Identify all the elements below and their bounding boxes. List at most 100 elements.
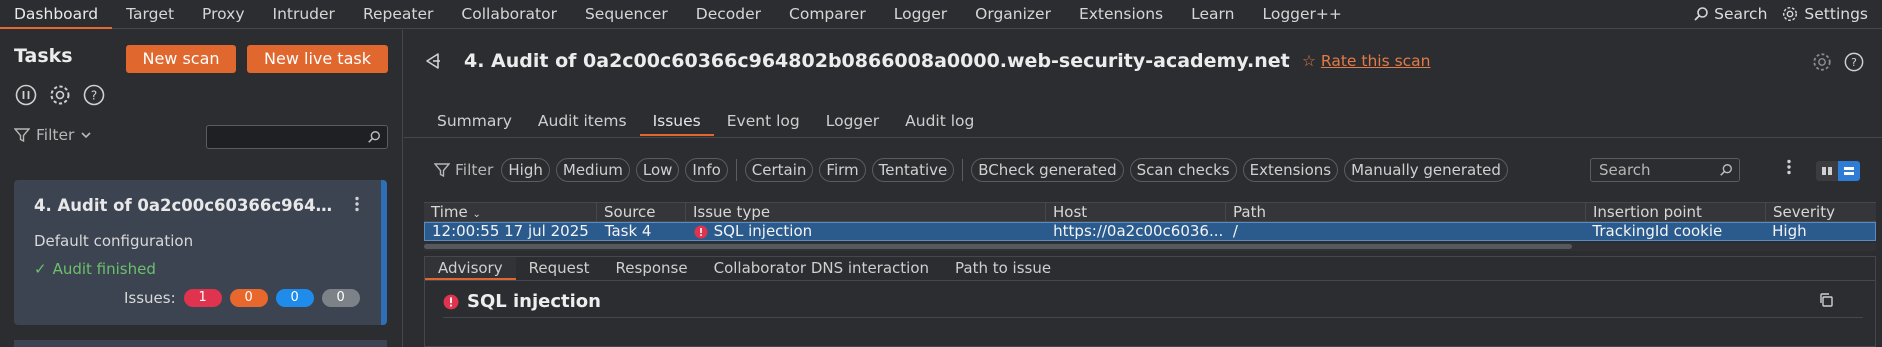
scrollbar-thumb[interactable] <box>424 244 1572 249</box>
horizontal-scrollbar[interactable] <box>424 243 1876 251</box>
tab-summary[interactable]: Summary <box>424 108 525 136</box>
filter-chip-high[interactable]: High <box>501 158 550 182</box>
settings-button[interactable]: Settings <box>1781 5 1868 23</box>
cell-time: 12:00:55 17 jul 2025 <box>432 223 589 240</box>
tasks-title: Tasks <box>14 45 73 67</box>
page-title: 4. Audit of 0a2c00c60366c964802b0866008a… <box>464 50 1290 72</box>
cell-issue-type: SQL injection <box>687 223 1047 240</box>
star-icon: ☆ <box>1302 52 1316 70</box>
new-live-task-button[interactable]: New live task <box>247 45 388 73</box>
issues-label: Issues: <box>124 289 176 307</box>
task-search-field[interactable] <box>207 126 357 148</box>
menu-decoder[interactable]: Decoder <box>682 0 775 29</box>
filter-chip-bcheck-generated[interactable]: BCheck generated <box>971 158 1124 182</box>
menu-logger-plus-plus[interactable]: Logger++ <box>1248 0 1355 29</box>
filter-chip-firm[interactable]: Firm <box>819 158 866 182</box>
column-path[interactable]: Path <box>1226 203 1586 221</box>
svg-text:?: ? <box>91 89 97 103</box>
column-time[interactable]: Time ⌄ <box>424 203 597 221</box>
tab-event-log[interactable]: Event log <box>714 108 813 136</box>
global-search-button[interactable]: Search <box>1693 5 1767 23</box>
copy-icon[interactable] <box>1818 292 1834 312</box>
help-icon[interactable]: ? <box>1844 52 1864 76</box>
tab-path-to-issue[interactable]: Path to issue <box>942 257 1064 280</box>
filter-chip-manually-generated[interactable]: Manually generated <box>1344 158 1508 182</box>
menu-target[interactable]: Target <box>112 0 188 29</box>
menu-proxy[interactable]: Proxy <box>188 0 258 29</box>
scan-detail-panel: 4. Audit of 0a2c00c60366c964802b0866008a… <box>404 30 1882 347</box>
next-task-card[interactable] <box>14 340 387 347</box>
menu-sequencer[interactable]: Sequencer <box>571 0 682 29</box>
issue-search-input[interactable] <box>1590 158 1740 182</box>
task-title: 4. Audit of 0a2c00c60366c96480... <box>34 196 334 215</box>
new-scan-button[interactable]: New scan <box>126 45 236 73</box>
split-vertical-icon[interactable] <box>1816 161 1838 181</box>
issue-detail-tabs: Advisory Request Response Collaborator D… <box>424 256 1876 280</box>
tab-advisory[interactable]: Advisory <box>425 257 516 280</box>
filter-chip-tentative[interactable]: Tentative <box>871 158 955 182</box>
search-icon <box>368 131 380 143</box>
tab-audit-items[interactable]: Audit items <box>525 108 640 136</box>
filter-chip-info[interactable]: Info <box>685 158 728 182</box>
back-arrow-icon[interactable] <box>424 52 442 74</box>
top-menu-bar: Dashboard Target Proxy Intruder Repeater… <box>0 0 1882 29</box>
column-source[interactable]: Source <box>597 203 686 221</box>
chip-separator <box>735 159 737 181</box>
split-horizontal-icon[interactable] <box>1838 161 1860 181</box>
high-severity-icon <box>694 225 708 238</box>
task-filter-label: Filter <box>36 126 75 144</box>
tasks-panel: Tasks New scan New live task ? Filter 4.… <box>0 30 403 347</box>
task-filter[interactable]: Filter <box>14 126 92 144</box>
column-host[interactable]: Host <box>1046 203 1226 221</box>
low-count-badge: 0 <box>275 289 314 307</box>
kebab-menu-icon[interactable] <box>354 196 360 216</box>
filter-chip-certain[interactable]: Certain <box>744 158 814 182</box>
svg-text:?: ? <box>1851 56 1857 69</box>
gear-icon[interactable] <box>48 83 72 107</box>
table-row[interactable]: 12:00:55 17 jul 2025 Task 4 SQL injectio… <box>424 222 1876 241</box>
rate-scan-link[interactable]: ☆ Rate this scan <box>1302 52 1431 70</box>
menu-dashboard[interactable]: Dashboard <box>0 0 113 29</box>
menu-comparer[interactable]: Comparer <box>775 0 880 29</box>
main-menu: Dashboard Target Proxy Intruder Repeater… <box>0 0 1356 29</box>
advisory-title: SQL injection <box>467 291 601 312</box>
sort-chevron-icon: ⌄ <box>472 209 481 220</box>
gear-icon[interactable] <box>1812 52 1832 76</box>
menu-logger[interactable]: Logger <box>880 0 961 29</box>
menu-collaborator[interactable]: Collaborator <box>447 0 571 29</box>
filter-chip-extensions[interactable]: Extensions <box>1242 158 1339 182</box>
tab-request[interactable]: Request <box>516 257 603 280</box>
advisory-heading: SQL injection <box>443 291 601 312</box>
tab-audit-log[interactable]: Audit log <box>892 108 987 136</box>
gear-icon <box>1783 6 1798 22</box>
menu-extensions[interactable]: Extensions <box>1065 0 1177 29</box>
column-insertion-point[interactable]: Insertion point <box>1586 203 1766 221</box>
topbar-right: Search Settings <box>1693 5 1882 23</box>
issue-filter-bar: Filter High Medium Low Info Certain Firm… <box>434 158 1508 182</box>
menu-organizer[interactable]: Organizer <box>961 0 1065 29</box>
scan-tabs: Summary Audit items Issues Event log Log… <box>424 108 987 136</box>
issue-search-field[interactable] <box>1591 159 1711 181</box>
tab-response[interactable]: Response <box>603 257 701 280</box>
menu-intruder[interactable]: Intruder <box>259 0 349 29</box>
column-severity[interactable]: Severity <box>1766 203 1876 221</box>
tab-issues[interactable]: Issues <box>639 108 714 136</box>
pause-icon[interactable] <box>14 83 38 107</box>
filter-chip-scan-checks[interactable]: Scan checks <box>1129 158 1237 182</box>
chip-separator <box>962 159 964 181</box>
cell-severity: High <box>1772 223 1807 240</box>
cell-insertion-point: TrackingId cookie <box>1592 223 1723 240</box>
menu-repeater[interactable]: Repeater <box>349 0 447 29</box>
issue-filter-button[interactable]: Filter <box>434 161 493 179</box>
help-icon[interactable]: ? <box>82 83 106 107</box>
filter-chip-medium[interactable]: Medium <box>555 158 630 182</box>
task-card[interactable]: 4. Audit of 0a2c00c60366c96480... Defaul… <box>14 180 387 325</box>
filter-chip-low[interactable]: Low <box>635 158 680 182</box>
task-status-label: Audit finished <box>52 260 156 278</box>
column-issue-type[interactable]: Issue type <box>686 203 1046 221</box>
menu-learn[interactable]: Learn <box>1177 0 1248 29</box>
task-search-input[interactable] <box>206 125 388 149</box>
tab-logger[interactable]: Logger <box>813 108 892 136</box>
kebab-menu-icon[interactable] <box>1786 159 1792 179</box>
tab-collaborator-dns-interaction[interactable]: Collaborator DNS interaction <box>701 257 942 280</box>
